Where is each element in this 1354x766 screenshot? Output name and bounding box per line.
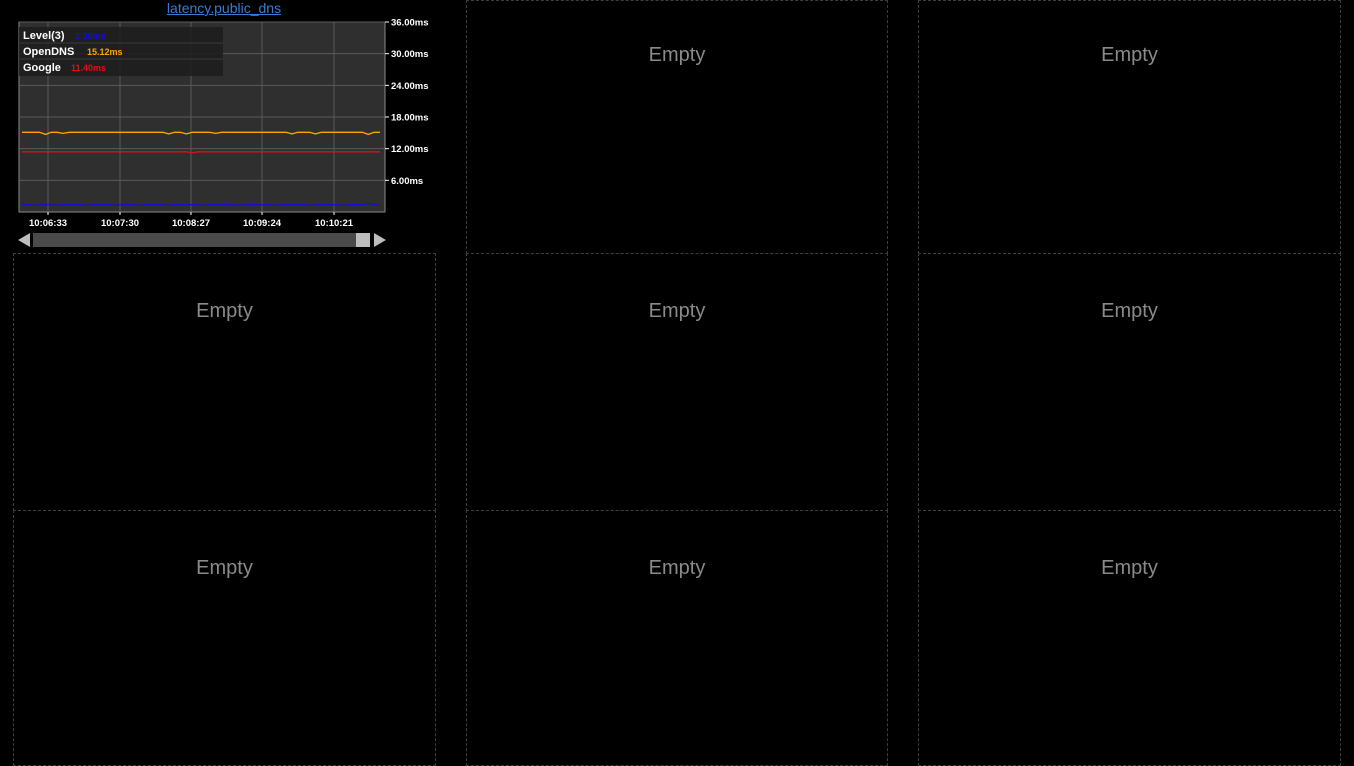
legend: Level(3) 1.38msOpenDNS 15.12ms Google 11.40m… (19, 27, 223, 76)
empty-cell-label: Empty (648, 44, 706, 66)
empty-cell[interactable]: Empty (13, 253, 436, 511)
empty-cell-label: Empty (196, 557, 253, 579)
empty-cell[interactable]: Empty (918, 253, 1341, 511)
y-tick-label: 30.00ms (391, 49, 429, 60)
legend-series-name: Google (23, 62, 61, 74)
latency-chart: 6.00ms 12.00ms 18.00ms 24.00ms 30.00ms 36.00m… (18, 18, 429, 247)
y-tick-label: 6.00ms (391, 176, 423, 187)
empty-cell-label: Empty (648, 557, 706, 579)
legend-series-value: 11.40ms (71, 63, 106, 73)
x-tick-label: 10:09:24 (243, 218, 282, 229)
range-slider[interactable] (18, 233, 386, 247)
slider-left-arrow-icon[interactable] (18, 233, 30, 247)
y-axis-ticks: 6.00ms 12.00ms 18.00ms 24.00ms 30.00ms 36.00m… (385, 18, 429, 187)
empty-cell[interactable]: Empty (466, 253, 888, 511)
legend-series-value: 15.12ms (87, 47, 123, 57)
x-tick-label: 10:07:30 (101, 218, 139, 229)
x-axis-ticks: 10:06:33 10:07:30 10:08:27 10:09:24 10:10:21 (29, 212, 354, 229)
y-tick-label: 36.00ms (391, 18, 429, 29)
empty-cell[interactable]: Empty (918, 0, 1341, 254)
x-tick-label: 10:10:21 (315, 218, 354, 229)
legend-series-value: 1.38ms (75, 31, 106, 41)
y-tick-label: 18.00ms (391, 113, 429, 124)
empty-cell-label: Empty (648, 300, 706, 322)
x-tick-label: 10:08:27 (172, 218, 210, 229)
empty-cell[interactable]: Empty (13, 510, 436, 766)
y-tick-label: 24.00ms (391, 81, 429, 92)
y-tick-label: 12.00ms (391, 144, 429, 155)
empty-cell-label: Empty (1101, 557, 1158, 579)
empty-cell[interactable]: Empty (466, 0, 888, 254)
legend-series-name: OpenDNS (23, 46, 74, 58)
slider-track (33, 233, 370, 247)
slider-handle[interactable] (356, 233, 370, 247)
empty-cell-label: Empty (196, 300, 253, 322)
empty-cell-label: Empty (1101, 44, 1158, 66)
graph-cell: latency.public_dns 6.00ms 12.00ms 18.00ms 2… (0, 0, 448, 252)
slider-right-arrow-icon[interactable] (374, 233, 386, 247)
empty-cell[interactable]: Empty (918, 510, 1341, 766)
legend-series-name: Level(3) (23, 30, 65, 42)
empty-cell[interactable]: Empty (466, 510, 888, 766)
x-tick-label: 10:06:33 (29, 218, 67, 229)
empty-cell-label: Empty (1101, 300, 1158, 322)
